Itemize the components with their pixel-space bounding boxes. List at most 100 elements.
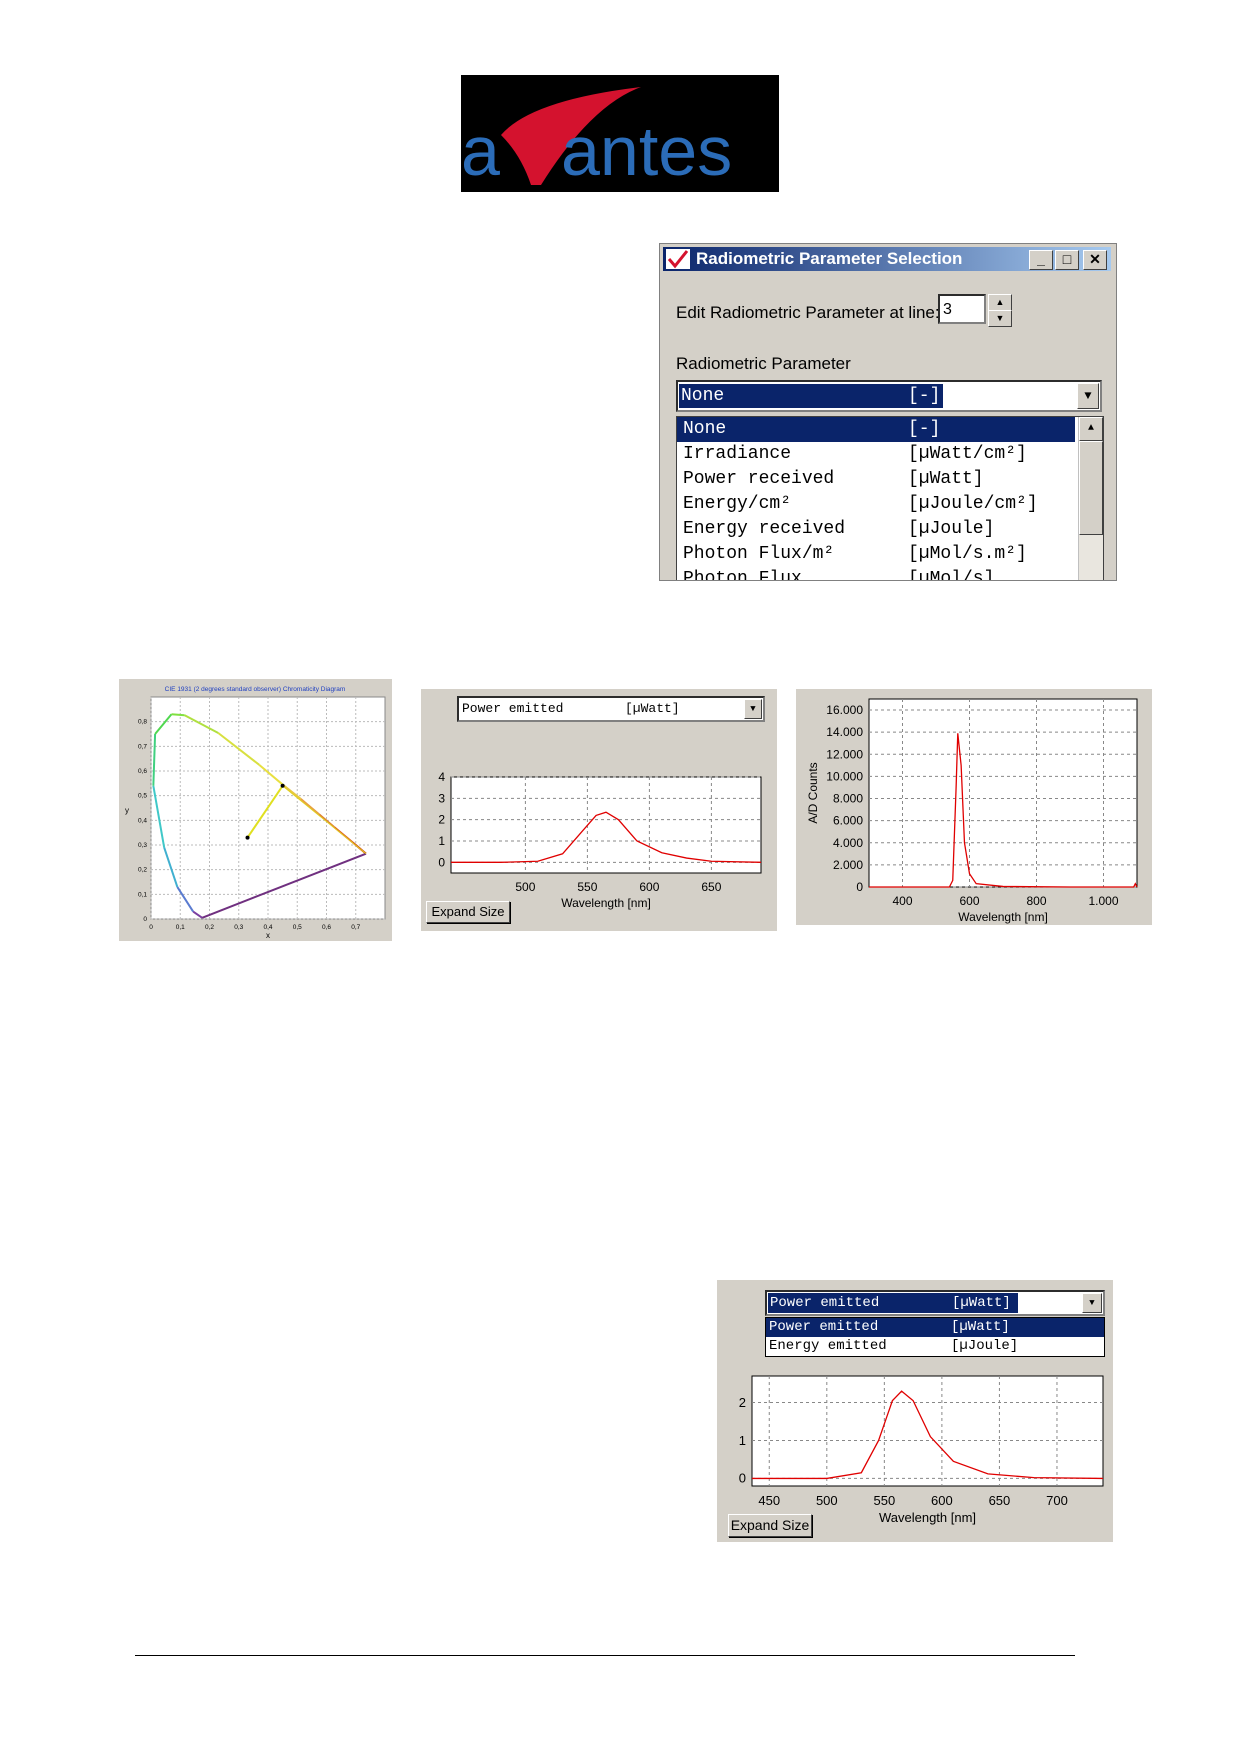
y-tick-label: 4.000 [833, 836, 863, 850]
y-tick-label: 2 [438, 813, 445, 827]
y-tick-label: 16.000 [826, 703, 863, 717]
y-tick-label: 0,8 [138, 719, 147, 726]
x-tick-label: 600 [639, 880, 659, 894]
x-tick-label: 600 [959, 894, 979, 908]
y-tick-label: 0 [438, 855, 445, 869]
ad-counts-panel: 400 600 800 1.000 0 2.000 4.000 6.000 8.000 10.00… [795, 688, 1153, 926]
avantes-logo: a antes [461, 75, 779, 192]
power-emitted-panel: Power emitted [µWatt] ▼ 500 550 600 650 0 1 2 3… [420, 688, 778, 932]
x-tick-label: 1.000 [1088, 894, 1118, 908]
radiometric-parameter-label: Radiometric Parameter [676, 354, 851, 373]
y-tick-label: 0,2 [138, 867, 147, 874]
cie-xlabel: x [266, 931, 270, 940]
list-item[interactable]: Irradiance [µWatt/cm²] [677, 442, 1075, 467]
combo-selected-unit: [-] [908, 386, 941, 406]
cie-ylabel: y [125, 806, 129, 815]
y-tick-label: 0,5 [138, 793, 147, 800]
list-item[interactable]: Power received [µWatt] [677, 467, 1075, 492]
radiometric-parameter-list[interactable]: None [-] Irradiance [µWatt/cm²] Power rece… [676, 416, 1104, 581]
power-dropdown-panel: Power emitted [µWatt] ▼ Power emitted [µ… [717, 1280, 1113, 1542]
minimize-icon[interactable]: _ [1029, 250, 1053, 270]
item-unit: [µJoule/cm²] [908, 494, 1038, 514]
item-unit: [µJoule] [908, 519, 995, 539]
dialog-title: Radiometric Parameter Selection [696, 249, 963, 268]
y-tick-label: 0,7 [138, 743, 147, 750]
y-tick-label: 2 [739, 1395, 746, 1410]
y-tick-label: 14.000 [826, 725, 863, 739]
item-name: Power received [683, 469, 835, 489]
logo-wordmark: a [461, 112, 500, 190]
maximize-icon[interactable]: □ [1055, 250, 1079, 270]
y-tick-label: 0,4 [138, 817, 147, 824]
data-point [245, 835, 250, 840]
y-tick-label: 0 [143, 916, 147, 923]
x-tick-label: 500 [515, 880, 535, 894]
y-axis-label: A/D Counts [806, 762, 820, 823]
combo-selected-name: None [681, 386, 725, 406]
x-tick-label: 0,3 [234, 924, 243, 931]
item-unit: [µMol/s.m²] [908, 544, 1027, 564]
x-tick-label: 650 [989, 1493, 1011, 1508]
y-tick-label: 0 [856, 880, 863, 894]
scroll-up-icon[interactable]: ▲ [1079, 417, 1103, 441]
x-tick-label: 550 [577, 880, 597, 894]
drop-spectrum-chart: 450 500 550 600 650 700 0 1 2 Wavelength [nm] [739, 1375, 1104, 1525]
y-tick-label: 12.000 [826, 747, 863, 761]
spin-down-icon[interactable]: ▼ [988, 310, 1012, 327]
list-item[interactable]: Energy received [µJoule] [677, 517, 1075, 542]
spin-up-icon[interactable]: ▲ [988, 294, 1012, 311]
y-tick-label: 4 [438, 770, 445, 784]
y-tick-label: 1 [438, 834, 445, 848]
item-unit: [µWatt/cm²] [908, 444, 1027, 464]
x-tick-label: 0,5 [293, 924, 302, 931]
x-axis-label: Wavelength [nm] [958, 910, 1048, 924]
item-name: Photon Flux/m² [683, 544, 835, 564]
expand-size-button[interactable]: Expand Size [426, 901, 510, 923]
chevron-down-icon[interactable]: ▼ [1077, 383, 1099, 409]
y-tick-label: 0,6 [138, 768, 147, 775]
list-item[interactable]: Photon Flux/m² [µMol/s.m²] [677, 542, 1075, 567]
x-tick-label: 800 [1026, 894, 1046, 908]
x-tick-label: 0,7 [351, 924, 360, 931]
footer-rule [135, 1655, 1075, 1656]
y-tick-label: 6.000 [833, 814, 863, 828]
line-spinner-input[interactable]: 3 [938, 294, 986, 324]
x-tick-label: 0,4 [263, 924, 272, 931]
item-name: Photon Flux [683, 569, 802, 581]
list-item[interactable]: Photon Flux [µMol/s] [677, 567, 1075, 581]
y-tick-label: 10.000 [826, 769, 863, 783]
locus-segment [171, 713, 185, 717]
x-tick-label: 0 [149, 924, 153, 931]
scroll-thumb[interactable] [1079, 441, 1103, 535]
power-spectrum-chart: 500 550 600 650 0 1 2 3 4 Wavelength [nm] [438, 770, 762, 910]
y-tick-label: 8.000 [833, 792, 863, 806]
item-name: Energy received [683, 519, 846, 539]
y-tick-label: 0 [739, 1471, 746, 1486]
cie-chromaticity-diagram: CIE 1931 (2 degrees standard observer) C… [119, 679, 392, 941]
x-tick-label: 550 [873, 1493, 895, 1508]
item-unit: [µMol/s] [908, 569, 995, 581]
cie-title: CIE 1931 (2 degrees standard observer) C… [165, 686, 346, 693]
y-tick-label: 1 [739, 1433, 746, 1448]
ad-counts-chart: 400 600 800 1.000 0 2.000 4.000 6.000 8.000 10.00… [806, 698, 1138, 924]
x-tick-label: 450 [758, 1493, 780, 1508]
radiometric-parameter-dialog: Radiometric Parameter Selection _ □ ✕ Ed… [659, 243, 1117, 581]
list-item[interactable]: None [-] [677, 417, 1075, 442]
data-point [280, 783, 285, 788]
radiometric-parameter-combo[interactable]: None [-] ▼ [676, 380, 1102, 412]
x-tick-label: 0,1 [176, 924, 185, 931]
x-tick-label: 600 [931, 1493, 953, 1508]
logo-wordmark-rest: antes [561, 112, 732, 190]
dialog-title-bar[interactable]: Radiometric Parameter Selection _ □ ✕ [663, 247, 1111, 271]
edit-line-label: Edit Radiometric Parameter at line: [676, 303, 940, 322]
x-tick-label: 500 [816, 1493, 838, 1508]
list-scrollbar[interactable]: ▲ [1078, 417, 1103, 580]
y-tick-label: 3 [438, 791, 445, 805]
cie-chart: CIE 1931 (2 degrees standard observer) C… [125, 686, 386, 940]
item-name: None [683, 419, 727, 439]
expand-size-button[interactable]: Expand Size [728, 1514, 812, 1537]
x-tick-label: 0,6 [322, 924, 331, 931]
x-tick-label: 650 [701, 880, 721, 894]
list-item[interactable]: Energy/cm² [µJoule/cm²] [677, 492, 1075, 517]
close-icon[interactable]: ✕ [1083, 250, 1107, 270]
